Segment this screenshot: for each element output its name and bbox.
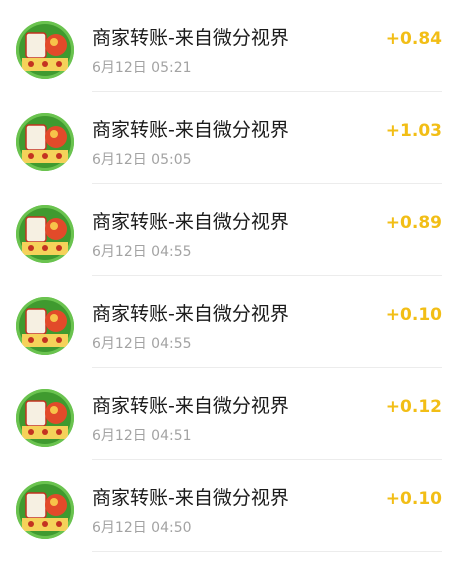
transaction-row[interactable]: 商家转账-来自微分视界 6月12日 04:50 +0.10 bbox=[0, 460, 450, 552]
transaction-time: 6月12日 04:55 bbox=[92, 336, 192, 352]
transaction-row[interactable]: 商家转账-来自微分视界 6月12日 05:05 +1.03 bbox=[0, 92, 450, 184]
transaction-title: 商家转账-来自微分视界 bbox=[92, 487, 289, 509]
transaction-title: 商家转账-来自微分视界 bbox=[92, 395, 289, 417]
transaction-title: 商家转账-来自微分视界 bbox=[92, 211, 289, 233]
transaction-title: 商家转账-来自微分视界 bbox=[92, 303, 289, 325]
transaction-row[interactable]: 商家转账-来自微分视界 6月12日 04:55 +0.89 bbox=[0, 184, 450, 276]
transaction-time: 6月12日 05:21 bbox=[92, 60, 192, 76]
game-logo-icon bbox=[16, 113, 74, 171]
row-divider bbox=[92, 551, 442, 552]
transaction-row[interactable]: 商家转账-来自微分视界 6月12日 04:51 +0.12 bbox=[0, 368, 450, 460]
game-logo-icon bbox=[16, 481, 74, 539]
transaction-time: 6月12日 05:05 bbox=[92, 152, 192, 168]
transaction-amount: +0.10 bbox=[385, 489, 442, 509]
game-logo-icon bbox=[16, 205, 74, 263]
game-logo-icon bbox=[16, 21, 74, 79]
transaction-amount: +0.12 bbox=[385, 397, 442, 417]
transaction-time: 6月12日 04:55 bbox=[92, 244, 192, 260]
transaction-row[interactable]: 商家转账-来自微分视界 6月12日 05:21 +0.84 bbox=[0, 0, 450, 92]
transaction-time: 6月12日 04:51 bbox=[92, 428, 192, 444]
transaction-amount: +1.03 bbox=[385, 121, 442, 141]
transaction-title: 商家转账-来自微分视界 bbox=[92, 27, 289, 49]
transaction-row[interactable]: 商家转账-来自微分视界 6月12日 04:55 +0.10 bbox=[0, 276, 450, 368]
transaction-title: 商家转账-来自微分视界 bbox=[92, 119, 289, 141]
transaction-list: 商家转账-来自微分视界 6月12日 05:21 +0.84 商家转账-来自微分视… bbox=[0, 0, 450, 561]
game-logo-icon bbox=[16, 389, 74, 447]
game-logo-icon bbox=[16, 297, 74, 355]
transaction-amount: +0.10 bbox=[385, 305, 442, 325]
transaction-amount: +0.89 bbox=[385, 213, 442, 233]
transaction-time: 6月12日 04:50 bbox=[92, 520, 192, 536]
transaction-amount: +0.84 bbox=[385, 29, 442, 49]
